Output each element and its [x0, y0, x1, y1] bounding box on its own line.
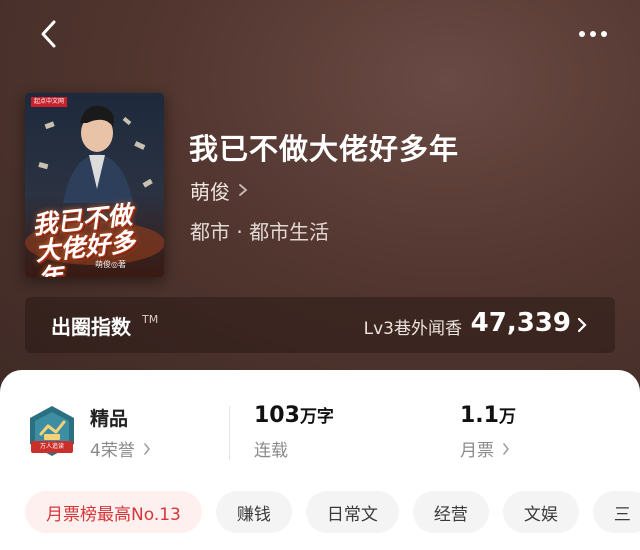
honors-count: 4荣誉 — [90, 441, 135, 461]
index-label: 出圈指数 — [51, 315, 131, 339]
chevron-left-icon — [41, 20, 56, 48]
cover-brand: 起点中文网 — [31, 97, 68, 107]
book-cover[interactable]: 起点中文网 我已不做 大佬好多年 萌俊◎著 — [25, 93, 164, 277]
tag-item[interactable]: 文娱 — [502, 491, 579, 533]
quality-badge-icon: 万人追读 — [26, 404, 78, 460]
monthly-tickets-link[interactable]: 月票 — [460, 436, 510, 461]
serial-status: 连载 — [254, 441, 288, 461]
more-horizontal-icon — [579, 31, 607, 37]
badge-ribbon: 万人追读 — [31, 441, 73, 453]
author-link[interactable]: 萌俊 — [190, 176, 248, 204]
author-name: 萌俊 — [190, 179, 230, 204]
back-button[interactable] — [36, 18, 64, 50]
more-button[interactable] — [574, 22, 614, 46]
tag-item[interactable]: 经营 — [412, 491, 489, 533]
tag-item[interactable]: 日常文 — [305, 491, 399, 533]
tag-item[interactable]: 三 — [592, 491, 640, 533]
tickets-number: 1.1 — [460, 403, 499, 428]
tickets-label: 月票 — [460, 441, 494, 461]
index-value: 47,339 — [470, 308, 571, 338]
word-count: 103万字 — [254, 402, 334, 428]
word-count-number: 103 — [254, 403, 300, 428]
chevron-right-icon — [577, 317, 587, 333]
index-level: Lv3巷外闻香 — [363, 319, 462, 339]
trademark-mark: TM — [142, 313, 159, 326]
book-title: 我已不做大佬好多年 — [189, 132, 460, 166]
monthly-tickets: 1.1万 — [460, 402, 516, 428]
tag-item[interactable]: 赚钱 — [215, 491, 292, 533]
book-stats-panel: 万人追读 精品 4荣誉 103万字 连载 1.1万 月票 月票榜最高No.13 … — [0, 370, 640, 550]
chevron-right-icon — [503, 442, 510, 455]
chevron-right-icon — [239, 184, 248, 196]
stats-divider — [229, 406, 230, 460]
word-count-unit: 万字 — [299, 407, 334, 427]
tickets-unit: 万 — [498, 407, 516, 427]
honors-link[interactable]: 4荣誉 — [90, 436, 151, 461]
cover-author: 萌俊◎著 — [95, 260, 126, 269]
book-genre[interactable]: 都市 · 都市生活 — [190, 216, 329, 245]
popularity-index-bar[interactable]: 出圈指数 TM Lv3巷外闻香 47,339 — [25, 297, 615, 353]
tag-list: 月票榜最高No.13 赚钱 日常文 经营 文娱 三 — [25, 491, 640, 535]
quality-title: 精品 — [90, 408, 129, 430]
chevron-right-icon — [144, 442, 150, 455]
tag-ranking[interactable]: 月票榜最高No.13 — [25, 491, 202, 533]
